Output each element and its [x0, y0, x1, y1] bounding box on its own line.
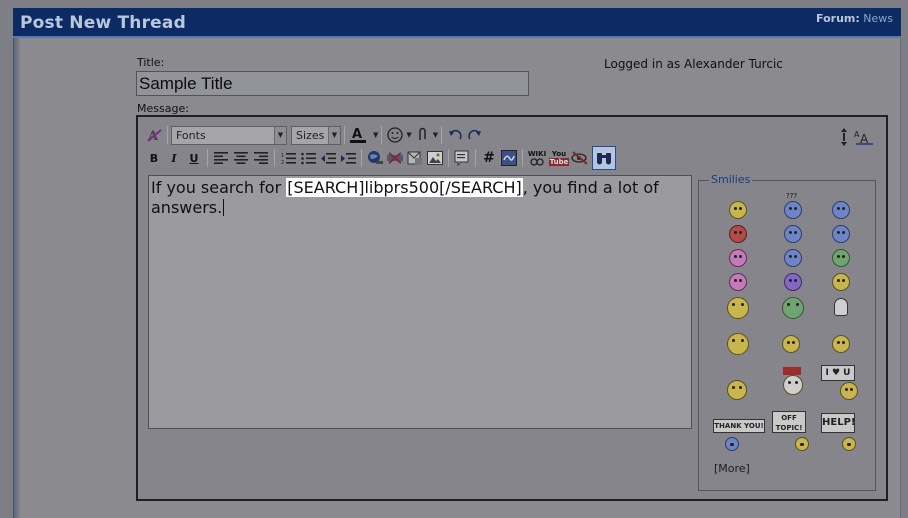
confused-icon[interactable]	[784, 201, 802, 219]
thank-you-sign-icon[interactable]: THANK YOU!	[713, 419, 765, 433]
insert-link-icon[interactable]	[365, 148, 385, 168]
align-left-icon[interactable]	[211, 148, 231, 168]
search-tag-icon[interactable]	[592, 146, 616, 170]
font-select[interactable]: Fonts ▼	[171, 125, 287, 145]
logged-in-text: Logged in as Alexander Turcic	[604, 57, 783, 71]
mad-icon[interactable]	[729, 225, 747, 243]
ordered-list-icon[interactable]: 12	[278, 148, 298, 168]
hide-text-icon[interactable]	[570, 148, 590, 168]
chevron-down-icon: ▼	[274, 126, 286, 144]
love-sign-icon[interactable]: I ♥ U	[821, 365, 855, 381]
unordered-list-icon[interactable]	[298, 148, 318, 168]
rolleyes-icon[interactable]	[729, 273, 747, 291]
thumbs-down-icon[interactable]	[782, 335, 800, 353]
book-icon[interactable]	[782, 297, 804, 319]
santa-hat	[783, 367, 801, 375]
off-topic-sign-icon[interactable]: OFF TOPIC!	[772, 411, 806, 433]
confused-marks: ???	[786, 192, 798, 200]
grin-icon[interactable]	[832, 249, 850, 267]
header-bar: Post New Thread Forum: News	[13, 8, 901, 38]
thank-you-face	[725, 437, 739, 451]
title-label: Title:	[137, 56, 165, 69]
thumbs-up-icon[interactable]	[832, 335, 850, 353]
align-right-icon[interactable]	[251, 148, 271, 168]
selected-text: [SEARCH]libprs500[/SEARCH]	[286, 178, 523, 197]
align-center-icon[interactable]	[231, 148, 251, 168]
more-smilies-link[interactable]: [More]	[714, 462, 750, 475]
italic-icon[interactable]: I	[164, 148, 184, 168]
chevron-down-icon[interactable]: ▼	[373, 131, 378, 139]
attach-icon[interactable]	[412, 125, 432, 145]
wave-icon[interactable]	[727, 333, 749, 355]
forum-link[interactable]: News	[863, 12, 893, 25]
switch-mode-icon[interactable]: AA	[854, 127, 874, 147]
wrap-php-icon[interactable]	[499, 148, 519, 168]
forum-breadcrumb: Forum: News	[816, 12, 893, 25]
page-title: Post New Thread	[20, 13, 186, 33]
svg-text:A: A	[854, 130, 860, 139]
love-sign-face	[840, 382, 858, 400]
help-sign-icon[interactable]: HELP!	[821, 413, 855, 433]
svg-text:1: 1	[281, 153, 284, 159]
undo-icon[interactable]	[445, 125, 465, 145]
font-color-icon[interactable]: A	[348, 125, 372, 145]
frame-shadow	[13, 38, 21, 518]
laugh-icon[interactable]	[832, 273, 850, 291]
chevron-down-icon[interactable]: ▼	[433, 131, 438, 139]
off-topic-face	[795, 437, 809, 451]
reading-icon[interactable]	[727, 297, 749, 319]
resize-icon[interactable]	[834, 127, 854, 147]
blush-icon[interactable]	[784, 273, 802, 291]
eek-icon[interactable]	[832, 201, 850, 219]
bold-icon[interactable]: B	[144, 148, 164, 168]
remove-format-icon[interactable]: A	[144, 125, 164, 145]
quote-icon[interactable]	[452, 148, 472, 168]
svg-text:A: A	[352, 127, 362, 142]
text-caret	[223, 199, 225, 216]
message-label: Message:	[137, 102, 189, 115]
indent-icon[interactable]	[338, 148, 358, 168]
redo-icon[interactable]	[465, 125, 485, 145]
smile-icon[interactable]	[729, 201, 747, 219]
unlink-icon[interactable]	[385, 148, 405, 168]
smilies-legend: Smilies	[709, 173, 753, 186]
frown-icon[interactable]	[784, 225, 802, 243]
outdent-icon[interactable]	[318, 148, 338, 168]
title-input[interactable]: Sample Title	[136, 71, 529, 96]
message-textarea[interactable]: If you search for [SEARCH]libprs500[/SEA…	[148, 175, 692, 429]
smiley-icon[interactable]	[385, 125, 405, 145]
youtube-icon[interactable]: You Tube	[548, 148, 570, 168]
svg-text:2: 2	[281, 160, 284, 165]
underline-icon[interactable]: U	[184, 148, 204, 168]
toolbar-row-2: B I U 12 # WIKI You Tube	[144, 146, 616, 170]
wrap-code-icon[interactable]: #	[479, 148, 499, 168]
insert-email-icon[interactable]	[405, 148, 425, 168]
forum-label: Forum:	[816, 12, 860, 25]
wiki-icon[interactable]: WIKI	[526, 148, 548, 168]
chevron-down-icon: ▼	[328, 126, 340, 144]
size-select[interactable]: Sizes ▼	[291, 125, 341, 145]
cool-icon[interactable]	[832, 225, 850, 243]
wink-icon[interactable]	[784, 249, 802, 267]
idea-icon[interactable]	[834, 298, 848, 316]
smilies-panel: Smilies ??? I ♥ U THANK YOU! OFF TOPIC! …	[698, 173, 876, 491]
help-face	[842, 437, 856, 451]
toolbar-row-1: A Fonts ▼ Sizes ▼ A ▼ ▼ ▼	[144, 125, 485, 145]
insert-image-icon[interactable]	[425, 148, 445, 168]
editor-box: A Fonts ▼ Sizes ▼ A ▼ ▼ ▼	[136, 115, 888, 501]
tongue-icon[interactable]	[729, 249, 747, 267]
pray-icon[interactable]	[727, 380, 747, 400]
santa-icon[interactable]	[783, 375, 803, 395]
